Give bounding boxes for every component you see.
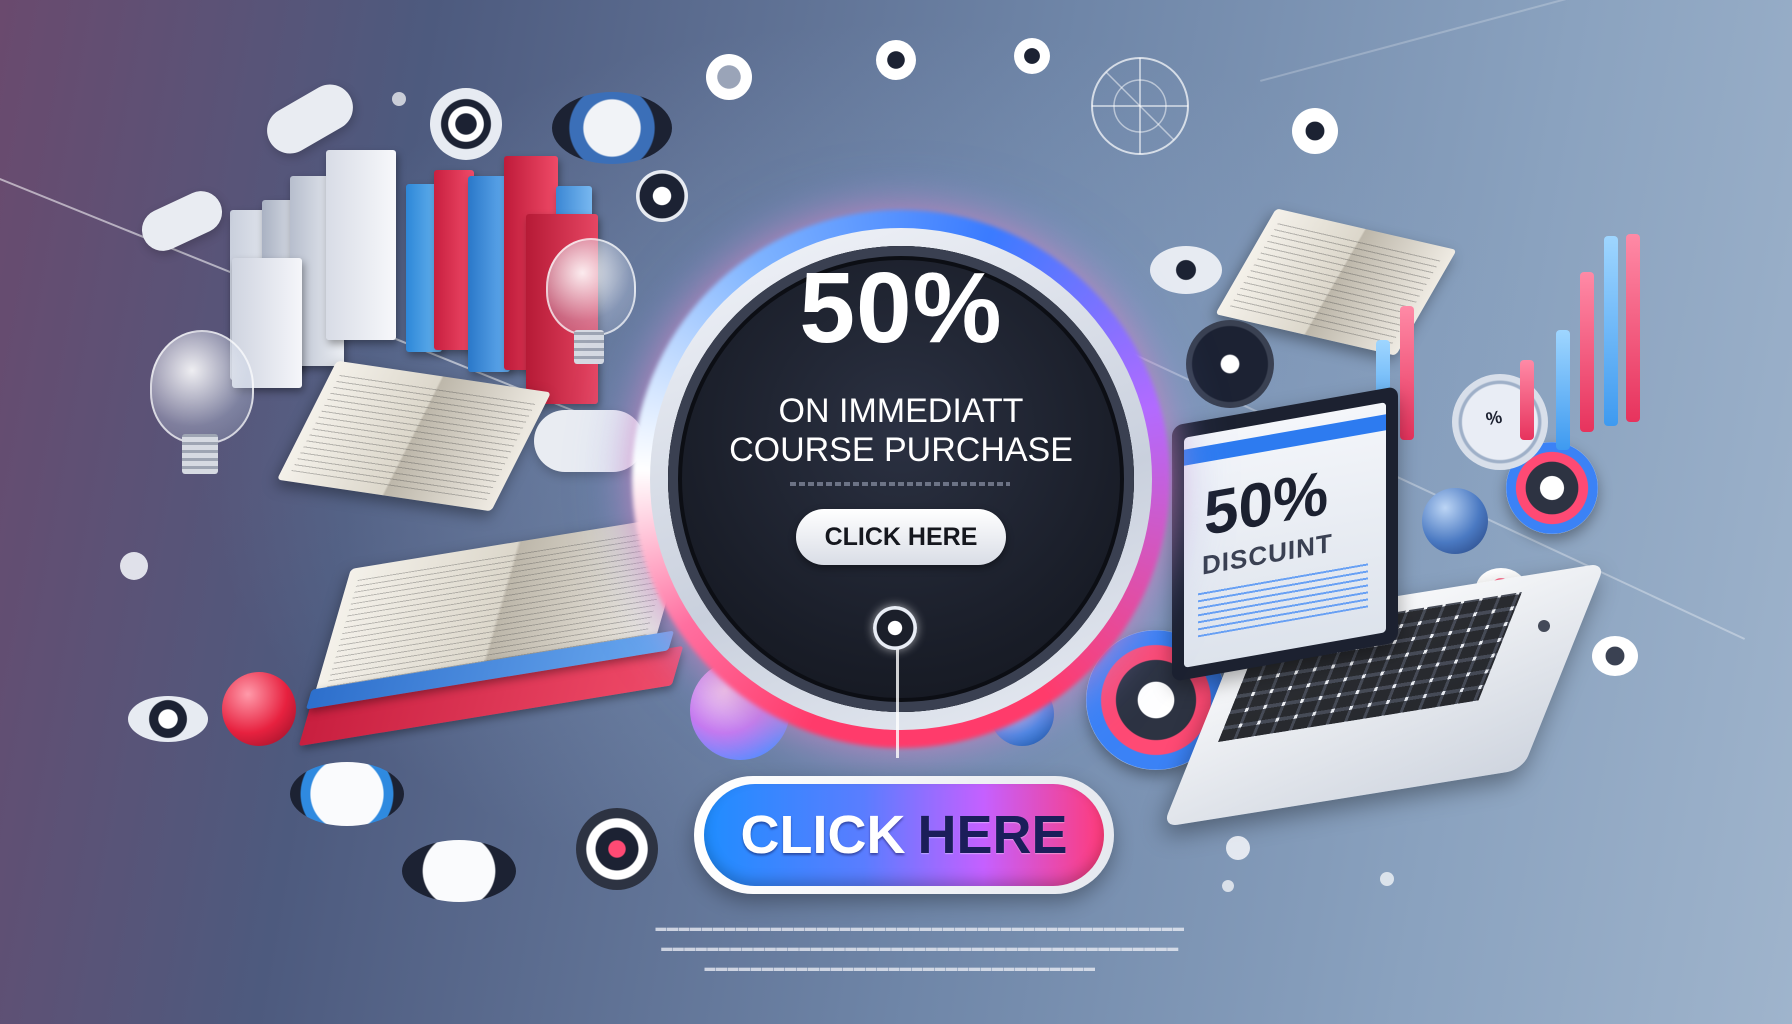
sparkle xyxy=(1538,620,1550,632)
click-here-button[interactable]: CLICK HERE xyxy=(704,784,1104,886)
offer-subline: ON IMMEDIATT COURSE PURCHASE xyxy=(668,392,1134,470)
cloud-icon xyxy=(534,410,644,472)
fine-print-3: ▬▬▬▬▬▬▬▬▬▬▬▬▬▬▬▬▬▬▬▬▬▬▬▬▬▬▬▬▬▬▬▬▬▬ xyxy=(704,962,1096,974)
red-sphere xyxy=(222,672,296,746)
book-white xyxy=(326,150,396,340)
promo-banner: % 50% DISCUINT 50% ON IMMEDIATT COURSE P… xyxy=(0,0,1792,1024)
camera-token xyxy=(1292,108,1338,154)
swirl-token xyxy=(430,88,502,160)
blue-sphere xyxy=(1422,488,1488,554)
sparkle xyxy=(1380,872,1394,886)
laptop-screen: 50% DISCUINT xyxy=(1184,402,1386,668)
ring-icon xyxy=(706,54,752,100)
fine-print-1: ▬▬▬▬▬▬▬▬▬▬▬▬▬▬▬▬▬▬▬▬▬▬▬▬▬▬▬▬▬▬▬▬▬▬▬▬▬▬▬▬… xyxy=(655,922,1185,934)
lightbulb-base xyxy=(574,330,604,364)
target-token xyxy=(1186,320,1274,408)
cta-here-text: HERE xyxy=(917,805,1068,865)
eye-icon xyxy=(1150,246,1222,294)
camera-token xyxy=(636,170,688,222)
lightbulb-base xyxy=(182,434,218,474)
offer-headline: 50% xyxy=(799,252,1003,364)
percent-badge-label: % xyxy=(1484,406,1504,430)
chart-bar xyxy=(1520,360,1534,440)
ring-icon xyxy=(1592,636,1638,676)
sparkle xyxy=(120,552,148,580)
lightbulb-icon xyxy=(546,238,636,336)
sparkle xyxy=(392,92,406,106)
ring-icon xyxy=(876,40,916,80)
chart-bar xyxy=(1400,306,1414,440)
cloud-icon xyxy=(135,184,229,258)
chart-bar xyxy=(1556,330,1570,450)
target-token xyxy=(128,696,208,742)
stone-token xyxy=(552,92,672,164)
play-token xyxy=(290,762,404,826)
chart-bar xyxy=(1626,234,1640,422)
ring-icon xyxy=(1014,38,1050,74)
chart-bar xyxy=(1580,272,1594,432)
sparkle xyxy=(1226,836,1250,860)
cta-click-text: CLICK xyxy=(740,805,906,865)
fine-print-2: ▬▬▬▬▬▬▬▬▬▬▬▬▬▬▬▬▬▬▬▬▬▬▬▬▬▬▬▬▬▬▬▬▬▬▬▬▬▬▬▬… xyxy=(661,942,1179,954)
book-text xyxy=(291,372,537,500)
connector-knob xyxy=(873,606,917,650)
connector-stem xyxy=(896,648,899,758)
offer-subline-1: ON IMMEDIATT xyxy=(778,392,1024,430)
chart-bar xyxy=(1604,236,1618,426)
compass-icon xyxy=(1091,57,1189,155)
light-line xyxy=(1260,0,1667,82)
play-token xyxy=(402,840,516,902)
sparkle xyxy=(1222,880,1234,892)
click-here-button-small[interactable]: CLICK HERE xyxy=(796,509,1006,565)
offer-subline-2: COURSE PURCHASE xyxy=(729,431,1073,470)
offer-fine-rule xyxy=(790,482,1010,486)
lightbulb-icon xyxy=(150,330,254,444)
target-token xyxy=(576,808,658,890)
